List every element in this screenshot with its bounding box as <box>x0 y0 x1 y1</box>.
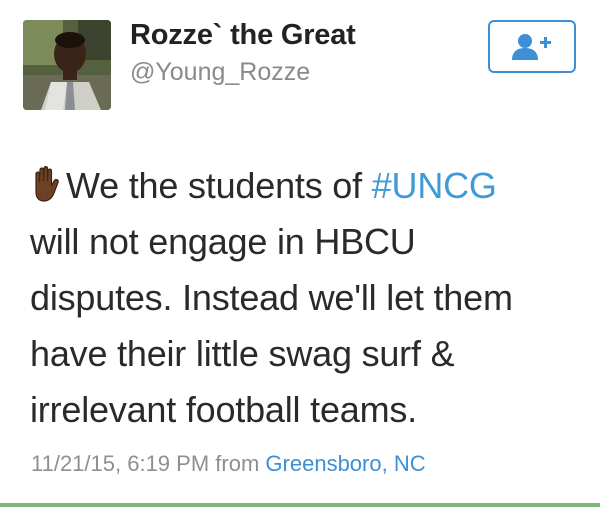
hashtag-link[interactable]: #UNCG <box>372 165 497 206</box>
tweet-line: We the students of #UNCG <box>30 158 590 214</box>
tweet-line: disputes. Instead we'll let them <box>30 277 513 318</box>
avatar-image <box>23 20 111 110</box>
add-user-icon <box>512 34 551 60</box>
tweet-text: We the students of #UNCG will not engage… <box>30 158 590 438</box>
follow-button[interactable] <box>488 20 576 73</box>
location-link[interactable]: Greensboro, NC <box>265 451 425 476</box>
user-handle[interactable]: @Young_Rozze <box>130 58 310 87</box>
tweet-text-segment: We the students of <box>66 165 372 206</box>
from-label: from <box>215 451 260 476</box>
avatar[interactable] <box>23 20 111 110</box>
display-name[interactable]: Rozze` the Great <box>130 19 356 52</box>
bottom-divider <box>0 503 600 507</box>
tweet-line: irrelevant football teams. <box>30 389 417 430</box>
tweet-line: will not engage in HBCU <box>30 221 416 262</box>
tweet-meta: 11/21/15, 6:19 PM from Greensboro, NC <box>31 451 426 477</box>
tweet-timestamp[interactable]: 11/21/15, 6:19 PM <box>31 451 209 476</box>
tweet-line: have their little swag surf & <box>30 333 455 374</box>
raised-hand-icon <box>30 162 62 202</box>
